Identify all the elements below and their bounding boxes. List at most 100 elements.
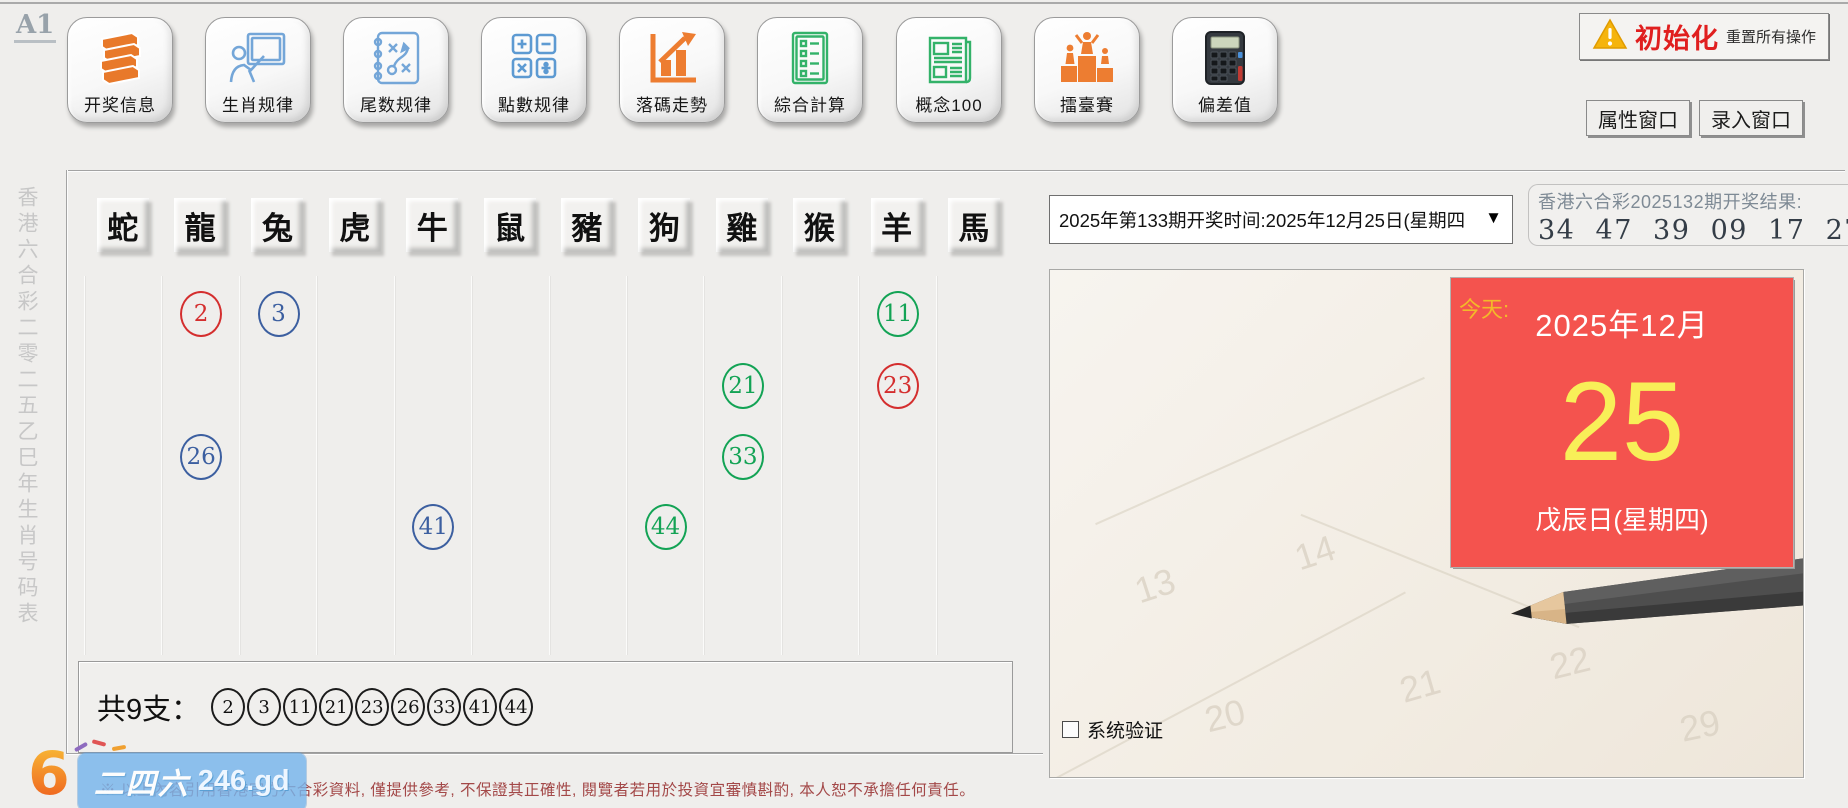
zodiac-number-grid: 2 3 11 21 23 26 33 41 44	[84, 276, 1013, 655]
latest-result-title: 香港六合彩2025132期开奖结果:	[1538, 192, 1803, 212]
zodiac-cell: 龍	[161, 198, 238, 252]
summary-label: 共9支：	[97, 694, 201, 726]
summary-numbers: 2 3 11 21 23 26 33 41 44	[210, 688, 534, 726]
entry-window-button[interactable]: 录入窗口	[1699, 100, 1803, 136]
strategy-notebook-icon	[364, 25, 428, 91]
calendar-month: 2025年12月	[1535, 308, 1709, 343]
calculator-icon	[1193, 25, 1257, 91]
rising-chart-icon	[640, 25, 704, 91]
toolbar-button-1[interactable]: 开奖信息	[67, 17, 173, 123]
initialize-button[interactable]: 初始化 重置所有操作	[1579, 13, 1829, 60]
zodiac-button-4[interactable]: 虎	[328, 198, 381, 252]
dropdown-arrow-icon[interactable]: ▼	[1485, 208, 1502, 228]
watermark: 6 二四六 246.gd	[28, 739, 306, 808]
calendar-panel: 13 14 20 21 22 29 今天: 2025年12月 25 戊辰日(星期四) 系统…	[1049, 269, 1804, 778]
zodiac-button-8[interactable]: 狗	[638, 198, 691, 252]
grid-column	[393, 276, 471, 655]
zodiac-button-3[interactable]: 兔	[251, 198, 304, 252]
number-ball-41: 41	[412, 504, 455, 550]
zodiac-button-7[interactable]: 豬	[561, 198, 614, 252]
books-icon	[88, 25, 152, 91]
zodiac-cell: 虎	[316, 198, 393, 252]
summary-ball-44: 44	[499, 688, 534, 726]
grid-column	[316, 276, 393, 655]
calendar-card: 今天: 2025年12月 25 戊辰日(星期四)	[1450, 277, 1794, 568]
grid-column	[780, 276, 858, 655]
number-ball-3: 3	[257, 291, 300, 337]
number-ball-44: 44	[644, 504, 687, 550]
toolbar-button-label: 生肖规律	[222, 96, 294, 115]
watermark-chinese-text: 二四六	[93, 768, 190, 801]
number-ball-21: 21	[721, 363, 764, 409]
sketch-line	[1095, 376, 1425, 526]
summary-ball-2: 2	[211, 688, 246, 726]
summary-ball-21: 21	[319, 688, 354, 726]
toolbar-button-label: 开奖信息	[84, 96, 156, 115]
zodiac-cell: 兔	[239, 198, 316, 252]
period-dropdown[interactable]: 2025年第133期开奖时间:2025年12月25日(星期四) ▼	[1049, 195, 1513, 244]
toolbar-button-8[interactable]: 擂臺賽	[1034, 17, 1140, 123]
sketch-number: 29	[1676, 701, 1724, 750]
zodiac-cell: 鼠	[471, 198, 548, 252]
number-ball-33: 33	[721, 434, 764, 480]
teacher-board-icon	[226, 25, 290, 91]
zodiac-button-1[interactable]: 蛇	[96, 198, 149, 252]
zodiac-row: 蛇龍兔虎牛鼠豬狗雞猴羊馬	[84, 198, 1013, 252]
zodiac-button-6[interactable]: 鼠	[483, 198, 536, 252]
confetti-decoration	[111, 744, 126, 752]
toolbar-button-4[interactable]: 點數规律	[481, 17, 587, 123]
number-ball-23: 23	[876, 363, 919, 409]
toolbar-button-label: 點數规律	[498, 96, 570, 115]
zodiac-cell: 羊	[858, 198, 935, 252]
number-ball-2: 2	[180, 291, 223, 337]
zodiac-cell: 狗	[626, 198, 703, 252]
grid-column	[625, 276, 703, 655]
zodiac-button-10[interactable]: 猴	[793, 198, 846, 252]
toolbar-button-label: 偏差值	[1198, 96, 1252, 115]
system-verify-label: 系统验证	[1087, 721, 1164, 742]
calendar-day-number: 25	[1559, 359, 1685, 484]
form-list-icon	[778, 25, 842, 91]
zodiac-button-11[interactable]: 羊	[870, 198, 923, 252]
toolbar-button-9[interactable]: 偏差值	[1172, 17, 1278, 123]
zodiac-button-12[interactable]: 馬	[947, 198, 1000, 252]
property-window-button[interactable]: 属性窗口	[1586, 100, 1690, 136]
zodiac-button-2[interactable]: 龍	[174, 198, 227, 252]
confetti-decoration	[73, 741, 88, 753]
zodiac-cell: 豬	[548, 198, 625, 252]
content-frame-left-divider	[66, 170, 67, 753]
newspaper-icon	[917, 25, 981, 91]
warning-triangle-icon	[1592, 17, 1628, 56]
grid-column	[84, 276, 161, 655]
toolbar-button-label: 概念100	[915, 96, 983, 115]
summary-ball-11: 11	[283, 688, 318, 726]
toolbar-button-label: 綜合計算	[774, 96, 846, 115]
toolbar-button-7[interactable]: 概念100	[896, 17, 1002, 123]
toolbar-button-3[interactable]: 尾数规律	[343, 17, 449, 123]
checkbox-icon[interactable]	[1062, 721, 1079, 738]
toolbar-button-2[interactable]: 生肖规律	[205, 17, 311, 123]
zodiac-cell: 馬	[935, 198, 1012, 252]
content-frame-top-divider	[66, 170, 1845, 171]
zodiac-cell: 牛	[394, 198, 471, 252]
initialize-sublabel: 重置所有操作	[1725, 29, 1816, 46]
grid-column	[471, 276, 548, 655]
corner-label: A1	[14, 10, 57, 43]
toolbar-button-5[interactable]: 落碼走勢	[619, 17, 725, 123]
sketch-line	[1050, 591, 1406, 777]
zodiac-cell: 蛇	[84, 198, 161, 252]
system-verify-checkbox[interactable]: 系统验证	[1062, 716, 1163, 743]
sketch-number: 21	[1394, 660, 1445, 711]
summary-ball-23: 23	[355, 688, 390, 726]
initialize-label: 初始化	[1634, 24, 1719, 54]
sketch-number: 14	[1289, 526, 1341, 579]
watermark-badge: 二四六 246.gd	[73, 739, 306, 808]
latest-result-box: 香港六合彩2025132期开奖结果: 34 47 39 09 17 27+46	[1528, 184, 1848, 246]
toolbar-button-label: 擂臺賽	[1060, 96, 1114, 115]
zodiac-button-9[interactable]: 雞	[715, 198, 768, 252]
toolbar-button-6[interactable]: 綜合計算	[757, 17, 863, 123]
zodiac-button-5[interactable]: 牛	[406, 198, 459, 252]
period-dropdown-value: 2025年第133期开奖时间:2025年12月25日(星期四)	[1059, 209, 1464, 231]
podium-icon	[1055, 25, 1119, 91]
math-ops-icon	[502, 25, 566, 91]
